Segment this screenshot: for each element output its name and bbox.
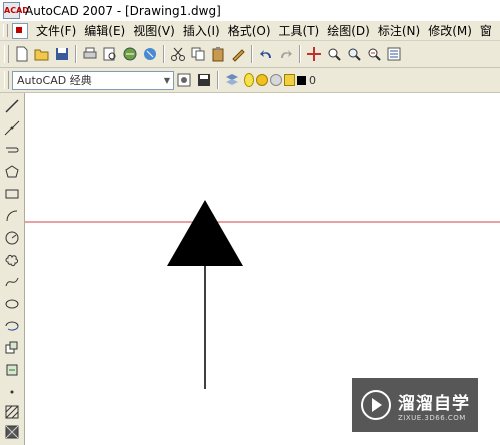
menu-grip[interactable] xyxy=(3,24,8,37)
menu-view[interactable]: 视图(V) xyxy=(129,22,179,39)
watermark: 溜溜自学 ZIXUE.3D66.COM xyxy=(352,378,478,432)
plot-preview-icon[interactable] xyxy=(100,44,120,64)
copy-icon[interactable] xyxy=(188,44,208,64)
workspace-select[interactable]: AutoCAD 经典 ▼ xyxy=(12,70,174,90)
sun-icon[interactable] xyxy=(256,74,268,86)
play-logo-icon xyxy=(361,390,391,420)
line-icon[interactable] xyxy=(3,97,21,115)
separator xyxy=(75,45,77,63)
open-icon[interactable] xyxy=(32,44,52,64)
3d-dwf-icon[interactable] xyxy=(140,44,160,64)
menu-insert[interactable]: 插入(I) xyxy=(179,22,224,39)
circle-icon[interactable] xyxy=(3,229,21,247)
workspace-toolbar: AutoCAD 经典 ▼ 0 xyxy=(0,68,500,93)
menu-tools[interactable]: 工具(T) xyxy=(275,22,324,39)
menu-window[interactable]: 窗 xyxy=(476,22,496,39)
properties-icon[interactable] xyxy=(384,44,404,64)
lock-icon[interactable] xyxy=(284,74,295,86)
polygon-icon[interactable] xyxy=(3,163,21,181)
separator xyxy=(299,45,301,63)
arrow-head[interactable] xyxy=(167,200,243,266)
workspace-settings-icon[interactable] xyxy=(174,70,194,90)
arc-icon[interactable] xyxy=(3,207,21,225)
chevron-down-icon[interactable]: ▼ xyxy=(161,73,173,88)
paste-icon[interactable] xyxy=(208,44,228,64)
zoom-previous-icon[interactable] xyxy=(364,44,384,64)
undo-icon[interactable] xyxy=(256,44,276,64)
layer-select[interactable]: 0 xyxy=(242,72,332,89)
menu-bar: 文件(F) 编辑(E) 视图(V) 插入(I) 格式(O) 工具(T) 绘图(D… xyxy=(0,21,500,41)
layer-color-swatch xyxy=(297,75,306,85)
ellipse-icon[interactable] xyxy=(3,295,21,313)
revision-cloud-icon[interactable] xyxy=(3,251,21,269)
window-title: AutoCAD 2007 - [Drawing1.dwg] xyxy=(25,3,221,18)
zoom-window-icon[interactable] xyxy=(344,44,364,64)
save-icon[interactable] xyxy=(52,44,72,64)
title-bar: ACAD AutoCAD 2007 - [Drawing1.dwg] xyxy=(0,0,500,21)
layer-manager-icon[interactable] xyxy=(222,70,242,90)
autocad-icon[interactable]: ACAD xyxy=(3,2,29,19)
watermark-url: ZIXUE.3D66.COM xyxy=(398,413,466,422)
match-properties-icon[interactable] xyxy=(228,44,248,64)
separator xyxy=(217,71,219,89)
menu-file[interactable]: 文件(F) xyxy=(32,22,80,39)
light-bulb-icon[interactable] xyxy=(244,73,254,87)
separator xyxy=(163,45,165,63)
menu-dimension[interactable]: 标注(N) xyxy=(374,22,424,39)
menu-modify[interactable]: 修改(M) xyxy=(424,22,476,39)
new-icon[interactable] xyxy=(12,44,32,64)
workspace-select-value: AutoCAD 经典 xyxy=(17,74,92,87)
cut-icon[interactable] xyxy=(168,44,188,64)
insert-block-icon[interactable] xyxy=(3,339,21,357)
ellipse-arc-icon[interactable] xyxy=(3,317,21,335)
separator xyxy=(251,45,253,63)
watermark-title: 溜溜自学 xyxy=(398,393,470,414)
redo-icon[interactable] xyxy=(276,44,296,64)
pan-icon[interactable] xyxy=(304,44,324,64)
polyline-icon[interactable] xyxy=(3,141,21,159)
construction-line-icon[interactable] xyxy=(3,119,21,137)
document-icon[interactable] xyxy=(12,22,28,39)
rectangle-icon[interactable] xyxy=(3,185,21,203)
make-block-icon[interactable] xyxy=(3,361,21,379)
toolbar-grip[interactable] xyxy=(4,71,9,89)
publish-icon[interactable] xyxy=(120,44,140,64)
plot-icon[interactable] xyxy=(80,44,100,64)
point-icon[interactable] xyxy=(3,383,21,401)
viewport-freeze-icon[interactable] xyxy=(270,74,282,86)
menu-format[interactable]: 格式(O) xyxy=(224,22,275,39)
menu-draw[interactable]: 绘图(D) xyxy=(323,22,374,39)
save-workspace-icon[interactable] xyxy=(194,70,214,90)
menu-edit[interactable]: 编辑(E) xyxy=(80,22,129,39)
zoom-realtime-icon[interactable] xyxy=(324,44,344,64)
spline-icon[interactable] xyxy=(3,273,21,291)
standard-toolbar xyxy=(0,41,500,68)
toolbar-grip[interactable] xyxy=(4,45,9,63)
layer-name: 0 xyxy=(309,73,316,87)
draw-toolbar xyxy=(0,93,25,445)
gradient-icon[interactable] xyxy=(3,423,21,441)
hatch-icon[interactable] xyxy=(3,403,21,421)
